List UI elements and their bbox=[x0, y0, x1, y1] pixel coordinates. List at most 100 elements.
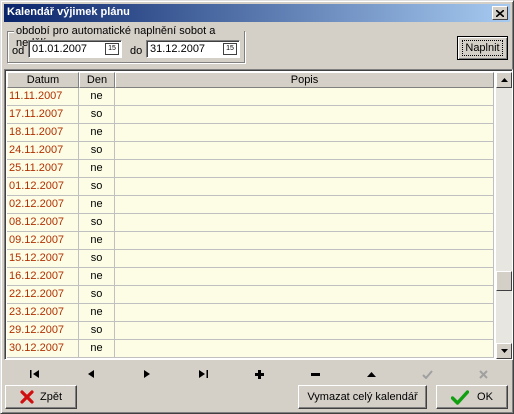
arrow-up-icon bbox=[500, 78, 508, 82]
post-icon bbox=[421, 369, 433, 379]
fill-button-label: Naplnit bbox=[462, 40, 503, 56]
calendar-exceptions-dialog: Kalendář výjimek plánu období pro automa… bbox=[0, 0, 514, 414]
table-row[interactable]: 22.12.2007 so bbox=[7, 286, 494, 304]
table-row[interactable]: 24.11.2007 so bbox=[7, 142, 494, 160]
from-date-field[interactable]: 01.01.2007 15 bbox=[28, 40, 122, 58]
table-row[interactable]: 23.12.2007 ne bbox=[7, 304, 494, 322]
nav-next-button[interactable] bbox=[134, 365, 160, 383]
close-button[interactable] bbox=[492, 6, 508, 20]
date-cell[interactable]: 01.12.2007 bbox=[7, 178, 79, 196]
day-cell[interactable]: so bbox=[79, 142, 115, 160]
table-row[interactable]: 30.12.2007 ne bbox=[7, 340, 494, 358]
column-header-date[interactable]: Datum bbox=[7, 72, 79, 88]
delete-icon bbox=[310, 372, 320, 376]
description-cell[interactable] bbox=[115, 232, 494, 250]
exceptions-grid[interactable]: Datum Den Popis 11.11.2007 ne 17.11.2007 so… bbox=[4, 69, 513, 360]
date-cell[interactable]: 11.11.2007 bbox=[7, 88, 79, 106]
to-calendar-icon[interactable]: 15 bbox=[223, 43, 237, 55]
from-label: od bbox=[12, 45, 25, 57]
description-cell[interactable] bbox=[115, 304, 494, 322]
date-cell[interactable]: 02.12.2007 bbox=[7, 196, 79, 214]
last-icon bbox=[198, 370, 208, 378]
date-cell[interactable]: 24.11.2007 bbox=[7, 142, 79, 160]
nav-first-button[interactable] bbox=[21, 365, 47, 383]
day-cell[interactable]: ne bbox=[79, 88, 115, 106]
nav-edit-button[interactable] bbox=[358, 365, 384, 383]
day-cell[interactable]: ne bbox=[79, 124, 115, 142]
day-cell[interactable]: ne bbox=[79, 196, 115, 214]
description-cell[interactable] bbox=[115, 160, 494, 178]
title-bar[interactable]: Kalendář výjimek plánu bbox=[4, 4, 510, 22]
description-cell[interactable] bbox=[115, 124, 494, 142]
date-cell[interactable]: 22.12.2007 bbox=[7, 286, 79, 304]
red-x-icon bbox=[20, 390, 34, 404]
from-calendar-icon[interactable]: 15 bbox=[105, 43, 119, 55]
column-header-day[interactable]: Den bbox=[79, 72, 115, 88]
table-row[interactable]: 08.12.2007 so bbox=[7, 214, 494, 232]
description-cell[interactable] bbox=[115, 340, 494, 358]
date-cell[interactable]: 15.12.2007 bbox=[7, 250, 79, 268]
table-row[interactable]: 01.12.2007 so bbox=[7, 178, 494, 196]
scroll-down-button[interactable] bbox=[496, 343, 512, 359]
date-cell[interactable]: 08.12.2007 bbox=[7, 214, 79, 232]
description-cell[interactable] bbox=[115, 214, 494, 232]
table-row[interactable]: 29.12.2007 so bbox=[7, 322, 494, 340]
window-title: Kalendář výjimek plánu bbox=[7, 6, 130, 18]
nav-prior-button[interactable] bbox=[78, 365, 104, 383]
table-row[interactable]: 17.11.2007 so bbox=[7, 106, 494, 124]
description-cell[interactable] bbox=[115, 250, 494, 268]
description-cell[interactable] bbox=[115, 286, 494, 304]
date-cell[interactable]: 29.12.2007 bbox=[7, 322, 79, 340]
to-date-field[interactable]: 31.12.2007 15 bbox=[146, 40, 240, 58]
day-cell[interactable]: ne bbox=[79, 268, 115, 286]
date-cell[interactable]: 30.12.2007 bbox=[7, 340, 79, 358]
nav-delete-button[interactable] bbox=[302, 365, 328, 383]
clear-calendar-button[interactable]: Vymazat celý kalendář bbox=[298, 385, 427, 409]
day-cell[interactable]: so bbox=[79, 322, 115, 340]
date-cell[interactable]: 23.12.2007 bbox=[7, 304, 79, 322]
table-row[interactable]: 02.12.2007 ne bbox=[7, 196, 494, 214]
table-row[interactable]: 25.11.2007 ne bbox=[7, 160, 494, 178]
day-cell[interactable]: so bbox=[79, 286, 115, 304]
table-row[interactable]: 11.11.2007 ne bbox=[7, 88, 494, 106]
date-cell[interactable]: 09.12.2007 bbox=[7, 232, 79, 250]
green-check-icon bbox=[451, 389, 470, 405]
back-button[interactable]: Zpět bbox=[5, 385, 77, 409]
date-cell[interactable]: 16.12.2007 bbox=[7, 268, 79, 286]
fill-button[interactable]: Naplnit bbox=[457, 36, 508, 60]
nav-insert-button[interactable] bbox=[246, 365, 272, 383]
table-row[interactable]: 16.12.2007 ne bbox=[7, 268, 494, 286]
day-cell[interactable]: so bbox=[79, 214, 115, 232]
column-header-description[interactable]: Popis bbox=[115, 72, 494, 88]
table-row[interactable]: 09.12.2007 ne bbox=[7, 232, 494, 250]
day-cell[interactable]: ne bbox=[79, 160, 115, 178]
description-cell[interactable] bbox=[115, 178, 494, 196]
close-icon bbox=[496, 9, 504, 17]
day-cell[interactable]: so bbox=[79, 178, 115, 196]
day-cell[interactable]: ne bbox=[79, 304, 115, 322]
scroll-thumb[interactable] bbox=[496, 271, 512, 291]
description-cell[interactable] bbox=[115, 196, 494, 214]
ok-button[interactable]: OK bbox=[436, 385, 508, 409]
day-cell[interactable]: ne bbox=[79, 232, 115, 250]
date-cell[interactable]: 25.11.2007 bbox=[7, 160, 79, 178]
description-cell[interactable] bbox=[115, 106, 494, 124]
description-cell[interactable] bbox=[115, 268, 494, 286]
nav-last-button[interactable] bbox=[190, 365, 216, 383]
nav-post-button[interactable] bbox=[414, 365, 440, 383]
table-row[interactable]: 18.11.2007 ne bbox=[7, 124, 494, 142]
description-cell[interactable] bbox=[115, 322, 494, 340]
scroll-up-button[interactable] bbox=[496, 72, 512, 88]
date-cell[interactable]: 18.11.2007 bbox=[7, 124, 79, 142]
day-cell[interactable]: so bbox=[79, 250, 115, 268]
description-cell[interactable] bbox=[115, 88, 494, 106]
table-row[interactable]: 15.12.2007 so bbox=[7, 250, 494, 268]
vertical-scrollbar[interactable] bbox=[496, 72, 512, 359]
description-cell[interactable] bbox=[115, 142, 494, 160]
nav-cancel-button[interactable] bbox=[470, 365, 496, 383]
from-date-value: 01.01.2007 bbox=[32, 43, 88, 55]
date-cell[interactable]: 17.11.2007 bbox=[7, 106, 79, 124]
day-cell[interactable]: so bbox=[79, 106, 115, 124]
day-cell[interactable]: ne bbox=[79, 340, 115, 358]
prior-icon bbox=[88, 370, 94, 378]
